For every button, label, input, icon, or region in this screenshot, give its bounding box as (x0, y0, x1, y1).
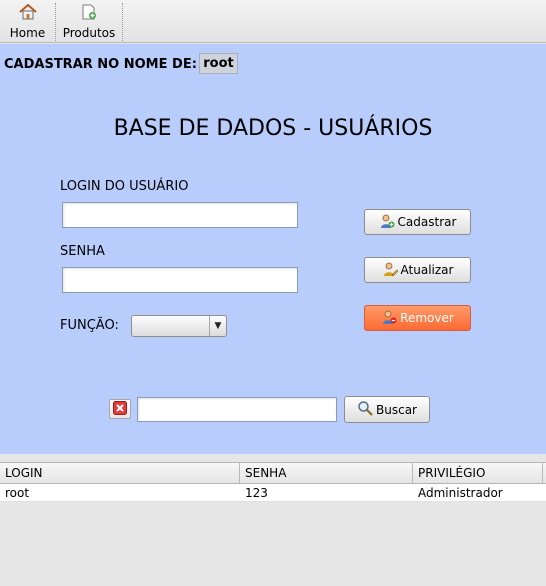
role-select[interactable]: ▼ (131, 315, 227, 337)
page-title: BASE DE DADOS - USUÁRIOS (113, 116, 433, 141)
toolbar-separator (122, 3, 123, 41)
register-label: Cadastrar (397, 215, 457, 229)
cell-login: root (5, 486, 30, 500)
products-button[interactable]: Produtos (56, 0, 122, 42)
home-label: Home (9, 26, 46, 40)
edit-user-icon (382, 261, 401, 280)
password-input[interactable] (62, 267, 298, 293)
table-header: LOGIN SENHA PRIVILÉGIO (0, 462, 546, 484)
toolbar: Home Produtos (0, 0, 546, 43)
home-button[interactable]: Home (0, 0, 55, 42)
red-x-icon (113, 400, 127, 418)
column-header-login[interactable]: LOGIN (0, 463, 240, 484)
cell-privilege: Administrador (418, 486, 503, 500)
column-header-privilege[interactable]: PRIVILÉGIO (413, 463, 543, 484)
login-label: LOGIN DO USUÁRIO (60, 179, 189, 194)
clear-search-button[interactable] (109, 399, 131, 419)
owner-label: CADASTRAR NO NOME DE: (4, 57, 197, 72)
users-table: LOGIN SENHA PRIVILÉGIO root 123 Administ… (0, 462, 546, 586)
update-button[interactable]: Atualizar (364, 257, 471, 283)
magnifier-icon (357, 400, 376, 419)
add-user-icon (379, 213, 398, 232)
remove-button[interactable]: Remover (364, 305, 471, 331)
password-label: SENHA (60, 244, 105, 259)
table-row[interactable]: root 123 Administrador (0, 484, 546, 502)
search-button[interactable]: Buscar (344, 396, 430, 423)
chevron-down-icon[interactable]: ▼ (209, 316, 226, 336)
column-header-password[interactable]: SENHA (240, 463, 413, 484)
house-icon (18, 3, 37, 23)
update-label: Atualizar (400, 263, 454, 277)
add-document-icon (81, 4, 97, 23)
login-input[interactable] (62, 202, 298, 228)
role-label: FUNÇÃO: (60, 318, 119, 333)
cell-password: 123 (245, 486, 268, 500)
remove-user-icon (381, 309, 400, 328)
owner-value: root (199, 53, 238, 74)
register-button[interactable]: Cadastrar (364, 209, 471, 235)
products-label: Produtos (62, 26, 116, 40)
search-input[interactable] (137, 397, 337, 422)
search-label: Buscar (376, 402, 417, 417)
remove-label: Remover (400, 311, 454, 325)
